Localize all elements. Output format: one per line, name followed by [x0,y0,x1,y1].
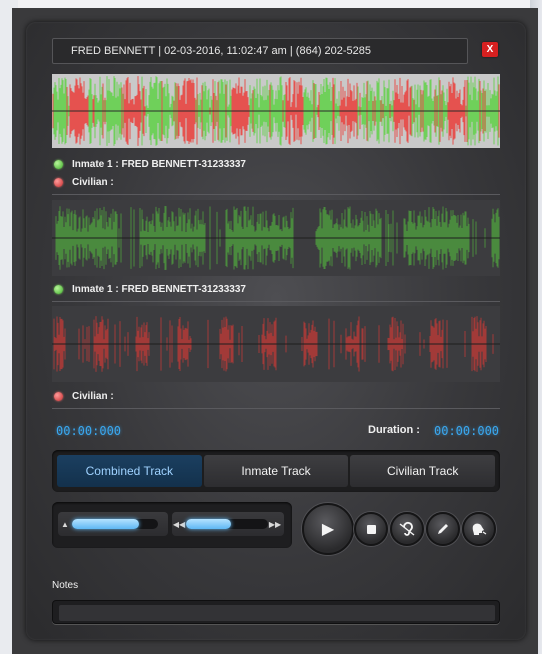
call-title: FRED BENNETT | 02-03-2016, 11:02:47 am |… [52,38,468,64]
notes-label: Notes [52,580,79,591]
fast-forward-icon[interactable]: ▶▶ [268,520,282,529]
slider-bar: ▲ ◀◀ ▶▶ [52,502,292,548]
civilian-waveform-svg [52,316,500,372]
speaking-head-icon [472,523,487,535]
civilian-track-legend: Civilian : [54,389,114,403]
duration-label: Duration : [368,424,420,436]
pencil-icon [438,524,448,534]
current-time: 00:00:000 [56,424,122,438]
rewind-icon[interactable]: ◀◀ [172,520,186,529]
tab-combined-track[interactable]: Combined Track [57,455,202,487]
volume-fill [72,519,140,529]
tab-civilian-track[interactable]: Civilian Track [350,455,496,487]
speed-control: ◀◀ ▶▶ [172,512,284,536]
stop-button[interactable] [354,512,388,546]
close-button[interactable]: X [482,42,498,57]
civilian-waveform[interactable] [52,306,500,382]
combined-waveform-svg [52,76,500,146]
tab-inmate-track[interactable]: Inmate Track [203,455,349,487]
ear-icon [399,521,415,536]
combined-waveform[interactable] [52,74,500,148]
inmate-track-dot [54,284,63,294]
inmate-legend: Inmate 1 : FRED BENNETT-31233337 [54,157,246,171]
play-button[interactable]: ▶ [302,503,354,555]
stop-icon [366,524,376,534]
volume-control: ▲ [58,512,168,536]
play-icon: ▶ [321,521,335,538]
speaker-id-button[interactable] [462,512,496,546]
civilian-legend: Civilian : [54,175,114,189]
listen-button[interactable] [390,512,424,546]
duration-value: 00:00:000 [434,424,500,438]
inmate-waveform-svg [52,206,500,270]
notes-container [52,600,500,624]
volume-slider[interactable] [72,519,158,529]
speed-slider[interactable] [186,519,268,529]
civilian-legend-label: Civilian : [72,176,114,188]
edit-button[interactable] [426,512,460,546]
civilian-dot [54,177,63,187]
inmate-dot [54,159,63,169]
speaker-icon: ▲ [61,519,69,529]
inmate-legend-label: Inmate 1 : FRED BENNETT-31233337 [72,158,246,170]
civilian-track-dot [54,391,63,401]
track-tabs: Combined Track Inmate Track Civilian Tra… [52,450,500,492]
civilian-track-label: Civilian : [72,390,114,402]
divider [52,408,500,409]
inmate-waveform[interactable] [52,200,500,276]
inmate-track-legend: Inmate 1 : FRED BENNETT-31233337 [54,282,246,296]
divider [52,301,500,302]
speed-fill [186,519,232,529]
notes-input[interactable] [59,605,495,621]
divider [52,194,500,195]
inmate-track-label: Inmate 1 : FRED BENNETT-31233337 [72,283,246,295]
